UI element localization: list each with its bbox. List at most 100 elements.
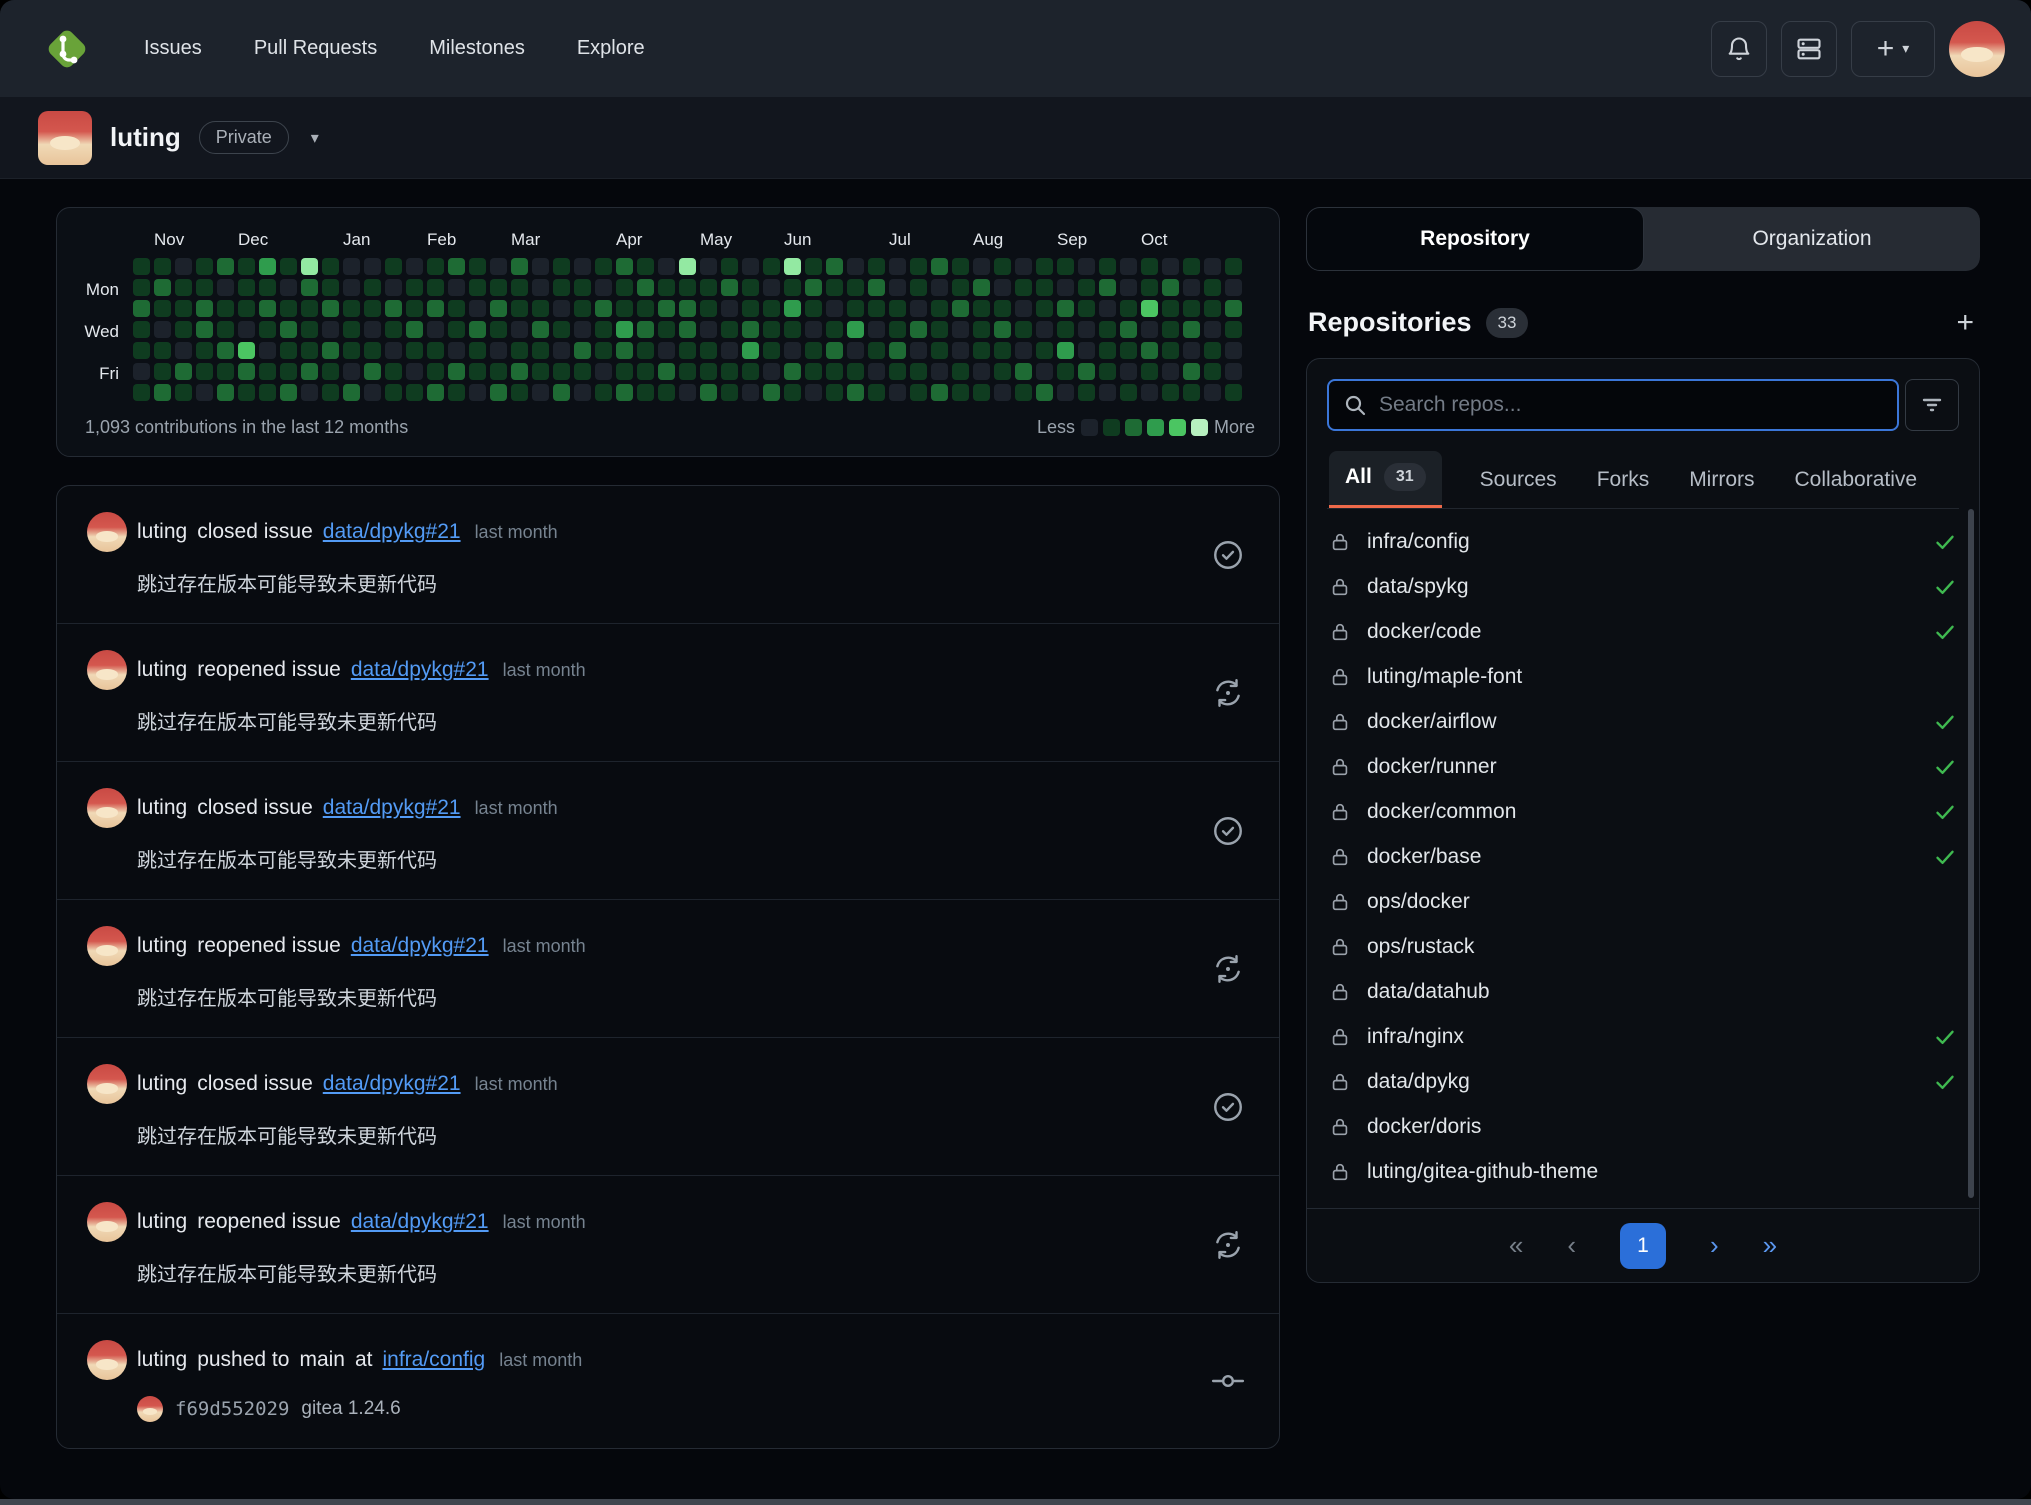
heatmap-cell[interactable] [280,384,297,401]
contributions-heatmap-grid[interactable] [133,258,1255,401]
heatmap-cell[interactable] [805,321,822,338]
heatmap-cell[interactable] [931,300,948,317]
heatmap-cell[interactable] [847,321,864,338]
heatmap-cell[interactable] [175,384,192,401]
heatmap-cell[interactable] [259,384,276,401]
heatmap-cell[interactable] [196,363,213,380]
notifications-button[interactable] [1711,21,1767,77]
heatmap-cell[interactable] [322,363,339,380]
heatmap-cell[interactable] [847,342,864,359]
heatmap-cell[interactable] [910,258,927,275]
heatmap-cell[interactable] [721,321,738,338]
heatmap-cell[interactable] [637,363,654,380]
heatmap-cell[interactable] [868,279,885,296]
heatmap-cell[interactable] [469,342,486,359]
heatmap-cell[interactable] [658,279,675,296]
heatmap-cell[interactable] [406,342,423,359]
feed-avatar[interactable] [87,512,127,552]
heatmap-cell[interactable] [889,384,906,401]
heatmap-cell[interactable] [511,342,528,359]
heatmap-cell[interactable] [280,342,297,359]
heatmap-cell[interactable] [1057,342,1074,359]
heatmap-cell[interactable] [889,321,906,338]
heatmap-cell[interactable] [469,384,486,401]
heatmap-cell[interactable] [154,300,171,317]
heatmap-cell[interactable] [679,258,696,275]
heatmap-cell[interactable] [931,363,948,380]
heatmap-cell[interactable] [742,300,759,317]
heatmap-cell[interactable] [385,384,402,401]
heatmap-cell[interactable] [511,258,528,275]
heatmap-cell[interactable] [994,384,1011,401]
heatmap-cell[interactable] [595,384,612,401]
filter-tab-mirrors[interactable]: Mirrors [1687,456,1756,508]
heatmap-cell[interactable] [175,321,192,338]
heatmap-cell[interactable] [1057,279,1074,296]
heatmap-cell[interactable] [490,384,507,401]
heatmap-cell[interactable] [616,300,633,317]
heatmap-cell[interactable] [301,363,318,380]
heatmap-cell[interactable] [385,279,402,296]
heatmap-cell[interactable] [259,321,276,338]
heatmap-cell[interactable] [448,300,465,317]
feed-repo-link[interactable]: data/dpykg#21 [323,796,461,820]
heatmap-cell[interactable] [280,363,297,380]
heatmap-cell[interactable] [217,363,234,380]
heatmap-cell[interactable] [448,384,465,401]
heatmap-cell[interactable] [889,363,906,380]
heatmap-cell[interactable] [532,384,549,401]
heatmap-cell[interactable] [448,258,465,275]
heatmap-cell[interactable] [889,258,906,275]
heatmap-cell[interactable] [364,258,381,275]
feed-repo-link[interactable]: data/dpykg#21 [351,934,489,958]
heatmap-cell[interactable] [616,321,633,338]
repo-name[interactable]: docker/doris [1367,1115,1481,1139]
heatmap-cell[interactable] [322,321,339,338]
heatmap-cell[interactable] [952,342,969,359]
heatmap-cell[interactable] [385,321,402,338]
heatmap-cell[interactable] [448,363,465,380]
feed-repo-link[interactable]: data/dpykg#21 [323,1072,461,1096]
heatmap-cell[interactable] [1099,258,1116,275]
repo-row[interactable]: docker/code [1329,609,1957,654]
heatmap-cell[interactable] [343,342,360,359]
heatmap-cell[interactable] [721,384,738,401]
pagination-first-button[interactable]: « [1509,1230,1523,1261]
heatmap-cell[interactable] [595,300,612,317]
profile-avatar[interactable] [38,111,92,165]
heatmap-cell[interactable] [1141,279,1158,296]
heatmap-cell[interactable] [1183,342,1200,359]
heatmap-cell[interactable] [406,384,423,401]
repo-name[interactable]: luting/gitea-github-theme [1367,1160,1598,1184]
heatmap-cell[interactable] [973,384,990,401]
repo-row[interactable]: data/datahub [1329,969,1957,1014]
feed-repo-link[interactable]: data/dpykg#21 [351,658,489,682]
repo-filter-button[interactable] [1905,379,1959,431]
user-avatar[interactable] [1949,21,2005,77]
heatmap-cell[interactable] [784,342,801,359]
repo-row[interactable]: ops/rustack [1329,924,1957,969]
heatmap-cell[interactable] [364,363,381,380]
heatmap-cell[interactable] [1183,300,1200,317]
heatmap-cell[interactable] [616,384,633,401]
heatmap-cell[interactable] [952,363,969,380]
heatmap-cell[interactable] [784,384,801,401]
repo-name[interactable]: luting/maple-font [1367,665,1522,689]
heatmap-cell[interactable] [259,363,276,380]
heatmap-cell[interactable] [1162,363,1179,380]
heatmap-cell[interactable] [1015,321,1032,338]
feed-branch[interactable]: main [299,1348,345,1372]
heatmap-cell[interactable] [826,321,843,338]
heatmap-cell[interactable] [532,363,549,380]
heatmap-cell[interactable] [280,300,297,317]
heatmap-cell[interactable] [553,321,570,338]
heatmap-cell[interactable] [910,363,927,380]
heatmap-cell[interactable] [1183,258,1200,275]
heatmap-cell[interactable] [1015,300,1032,317]
heatmap-cell[interactable] [1120,384,1137,401]
heatmap-cell[interactable] [889,279,906,296]
heatmap-cell[interactable] [490,300,507,317]
heatmap-cell[interactable] [805,258,822,275]
heatmap-cell[interactable] [1078,363,1095,380]
heatmap-cell[interactable] [637,258,654,275]
